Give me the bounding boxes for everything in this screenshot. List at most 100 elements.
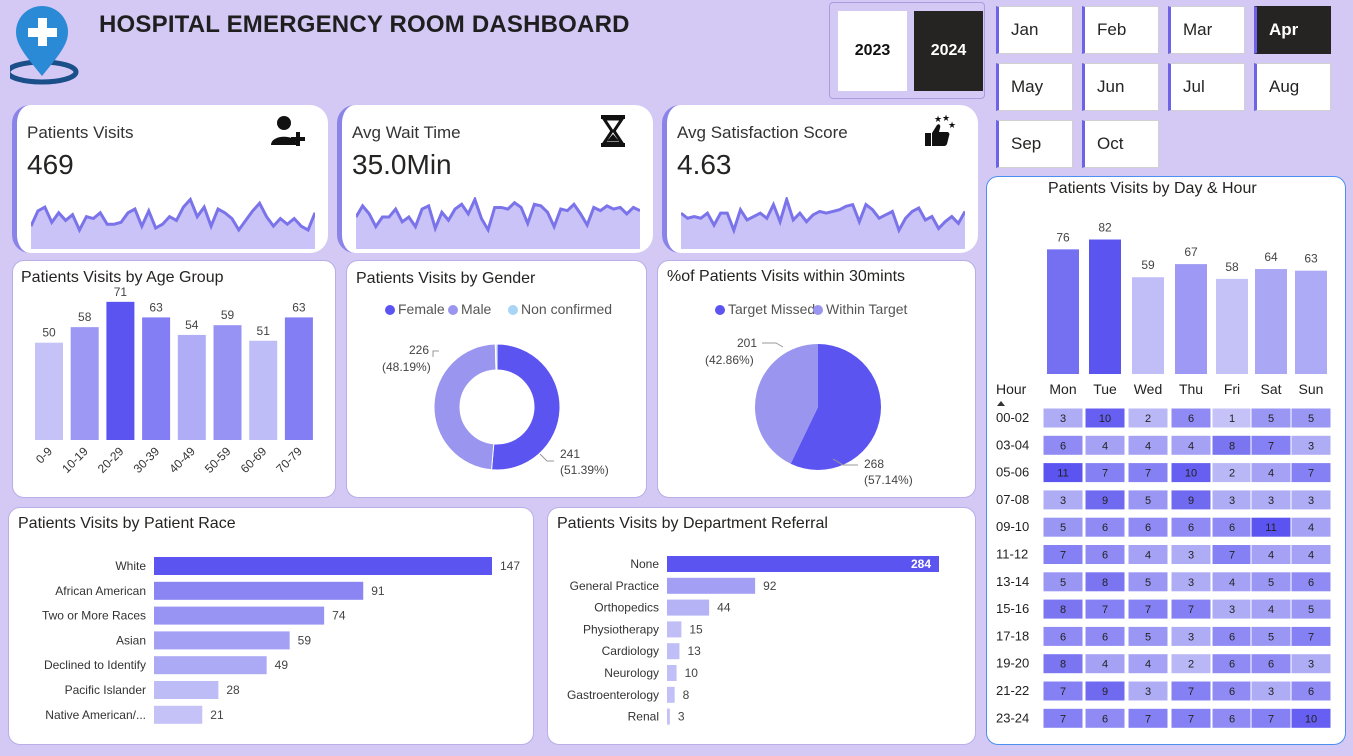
hour-row-label: 09-10 (996, 519, 1029, 534)
heatmap-cell: 9 (1170, 489, 1212, 511)
heatmap-cell: 10 (1084, 407, 1126, 429)
heatmap-cell-value: 7 (1308, 631, 1314, 643)
heatmap-cell-value: 5 (1060, 577, 1066, 589)
month-feb-button[interactable]: Feb (1082, 6, 1159, 54)
heatmap-cell-value: 7 (1188, 604, 1194, 616)
heatmap-cell: 6 (1084, 707, 1126, 729)
heatmap-cell-value: 7 (1060, 550, 1066, 562)
heatmap-cell-value: 5 (1268, 413, 1274, 425)
heatmap-cell-value: 7 (1102, 468, 1108, 480)
heatmap-cell: 5 (1127, 571, 1169, 593)
hour-row-label: 05-06 (996, 465, 1029, 480)
category-label: African American (55, 584, 146, 598)
heatmap-cell: 3 (1290, 653, 1332, 675)
legend-marker (813, 305, 823, 315)
category-label: Orthopedics (594, 601, 659, 615)
heatmap-cell: 3 (1250, 489, 1292, 511)
legend-marker (385, 305, 395, 315)
hour-row-label: 07-08 (996, 492, 1029, 507)
heatmap-cell: 8 (1211, 434, 1253, 456)
heatmap-cell: 6 (1211, 680, 1253, 702)
heatmap-cell: 7 (1127, 707, 1169, 729)
heatmap-cell-value: 4 (1268, 604, 1274, 616)
age-group-chart-card: Patients Visits by Age Group 50 0-9 58 10-1… (12, 260, 336, 498)
slice-value-label: 201 (737, 336, 757, 350)
hbar (154, 606, 325, 625)
hospital-logo-icon (5, 4, 86, 86)
hour-row-label: 23-24 (996, 710, 1029, 725)
month-may-button[interactable]: May (996, 63, 1073, 111)
heatmap-cell: 7 (1127, 598, 1169, 620)
category-label: Native American/... (45, 708, 146, 722)
heatmap-cell: 3 (1127, 680, 1169, 702)
age-data-label: 58 (78, 310, 92, 324)
month-mar-button[interactable]: Mar (1168, 6, 1245, 54)
value-label: 13 (687, 644, 701, 658)
heatmap-cell: 5 (1250, 625, 1292, 647)
value-label: 49 (275, 658, 289, 672)
heatmap-cell-value: 1 (1229, 413, 1235, 425)
hour-row-label: 13-14 (996, 574, 1029, 589)
heatmap-cell-value: 6 (1102, 631, 1108, 643)
heatmap-cell-value: 3 (1268, 686, 1274, 698)
heatmap-cell: 4 (1170, 434, 1212, 456)
heatmap-cell-value: 8 (1229, 440, 1235, 452)
heatmap-cell: 7 (1084, 598, 1126, 620)
day-column-header: Fri (1224, 381, 1240, 397)
gender-donut-chart: Female Male Non confirmed 241 (51.39%) 226 (48… (382, 301, 612, 477)
heatmap-cell-value: 7 (1060, 686, 1066, 698)
heatmap-cell: 6 (1211, 653, 1253, 675)
heatmap-cell: 6 (1084, 544, 1126, 565)
heatmap-cell: 3 (1250, 680, 1292, 702)
heatmap-cell: 2 (1170, 653, 1212, 675)
value-label: 147 (500, 559, 520, 573)
year-2024-button[interactable]: 2024 (914, 11, 983, 91)
legend-label: Male (461, 301, 492, 317)
month-oct-button[interactable]: Oct (1082, 120, 1159, 168)
month-jul-button[interactable]: Jul (1168, 63, 1245, 111)
heatmap-cell-value: 7 (1268, 713, 1274, 725)
heatmap-cell: 4 (1127, 653, 1169, 675)
heatmap-cell-value: 3 (1188, 577, 1194, 589)
heatmap-cell-value: 5 (1268, 631, 1274, 643)
legend-marker (715, 305, 725, 315)
gender-slice-female (490, 343, 561, 471)
heatmap-cell-value: 8 (1060, 604, 1066, 616)
heatmap-cell-value: 4 (1145, 440, 1151, 452)
heatmap-cell-value: 2 (1188, 659, 1194, 671)
heatmap-cell: 4 (1084, 434, 1126, 456)
hour-row-label: 15-16 (996, 601, 1029, 616)
gender-slice-non-confirmed (494, 343, 498, 371)
month-aug-button[interactable]: Aug (1254, 63, 1331, 111)
heatmap-cell-value: 4 (1268, 550, 1274, 562)
heatmap-cell-value: 7 (1229, 550, 1235, 562)
heatmap-cell-value: 3 (1060, 413, 1066, 425)
month-apr-button[interactable]: Apr (1254, 6, 1331, 54)
heatmap-cell: 7 (1170, 598, 1212, 620)
heatmap-cell-value: 6 (1308, 686, 1314, 698)
sparkline-area (681, 199, 965, 249)
heatmap-cell: 9 (1084, 489, 1126, 511)
age-bar-0-9 (35, 342, 63, 440)
age-tick-label: 40-49 (166, 444, 198, 476)
heatmap-cell-value: 3 (1308, 440, 1314, 452)
month-jan-button[interactable]: Jan (996, 6, 1073, 54)
heatmap-cell-value: 6 (1268, 659, 1274, 671)
heatmap-cell: 7 (1042, 680, 1084, 702)
heatmap-cell: 6 (1042, 625, 1084, 647)
value-label: 10 (685, 666, 699, 680)
kpi-label: Patients Visits (27, 123, 134, 142)
heatmap-cell: 5 (1250, 571, 1292, 593)
heatmap-cell-value: 10 (1185, 468, 1197, 480)
heatmap-cell-value: 3 (1268, 495, 1274, 507)
month-sep-button[interactable]: Sep (996, 120, 1073, 168)
heatmap-cell: 7 (1170, 680, 1212, 702)
heatmap-cell: 6 (1042, 434, 1084, 456)
kpi-value: 469 (27, 149, 74, 180)
day-data-label: 67 (1184, 245, 1198, 259)
heatmap-cell: 11 (1250, 516, 1292, 538)
month-jun-button[interactable]: Jun (1082, 63, 1159, 111)
heatmap-cell-value: 4 (1229, 577, 1235, 589)
category-label: Cardiology (602, 644, 659, 658)
year-2023-button[interactable]: 2023 (838, 11, 907, 91)
